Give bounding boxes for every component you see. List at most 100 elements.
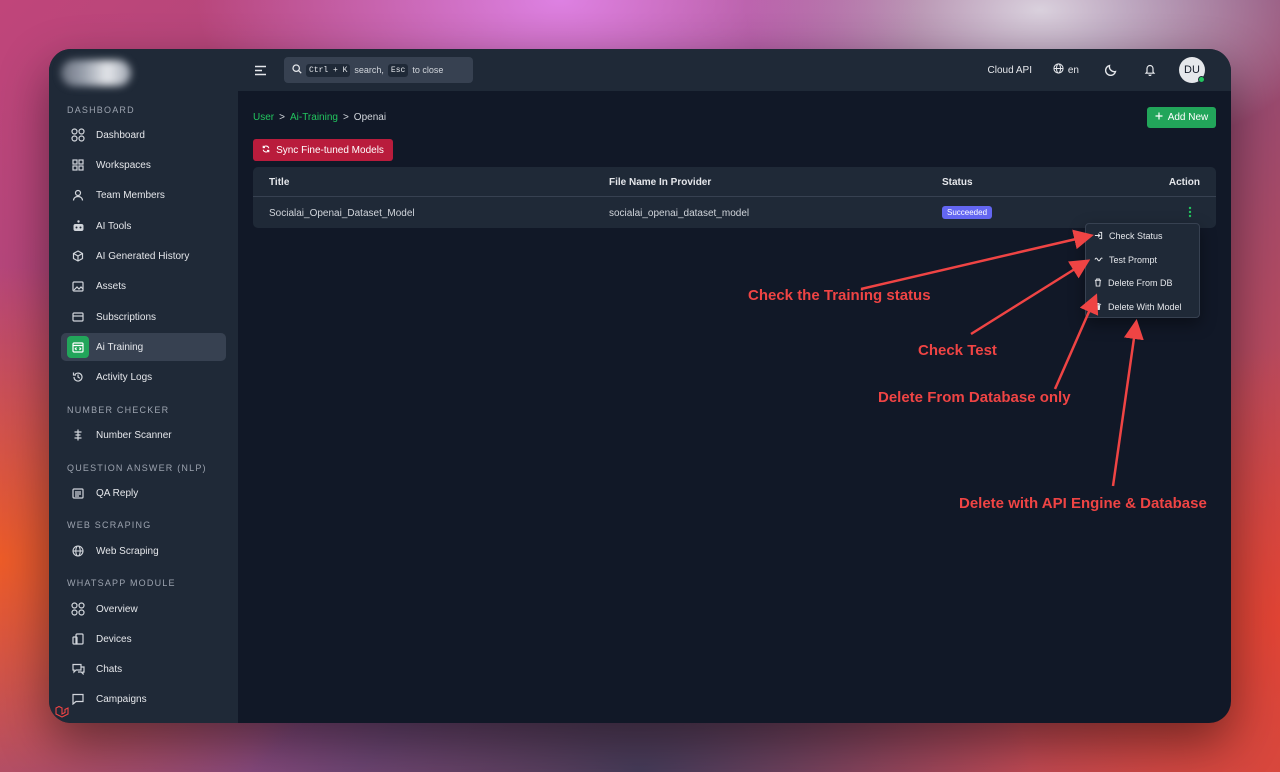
image-icon	[67, 275, 89, 297]
sidebar-item-label: Team Members	[96, 189, 165, 201]
status-badge: Succeeded	[942, 206, 993, 219]
avatar-initials: DU	[1184, 64, 1200, 76]
annotation-delete-model: Delete with API Engine & Database	[959, 495, 1207, 512]
sidebar-item-chats[interactable]: Chats	[61, 655, 226, 683]
menu-item-delete-with-model[interactable]: Delete With Model	[1094, 298, 1182, 316]
menu-item-check-status[interactable]: Check Status	[1094, 227, 1163, 245]
table-divider	[253, 196, 1216, 197]
sidebar-item-subscriptions[interactable]: Subscriptions	[61, 303, 226, 331]
breadcrumb-user[interactable]: User	[253, 112, 274, 123]
sidebar-item-campaigns[interactable]: Campaigns	[61, 685, 226, 713]
sync-fine-tuned-models-button[interactable]: Sync Fine-tuned Models	[253, 139, 393, 161]
header-action: Action	[1168, 177, 1200, 188]
app-window: DASHBOARD Dashboard Workspaces Team Memb…	[49, 49, 1231, 723]
shortcut-key: Ctrl + K	[306, 63, 351, 77]
menu-item-label: Delete With Model	[1108, 302, 1182, 312]
language-label: en	[1067, 64, 1079, 76]
sidebar-item-label: Dashboard	[96, 129, 145, 141]
action-dropdown-menu: Check Status Test Prompt Delete From DB …	[1085, 223, 1200, 318]
sidebar-item-label: Chats	[96, 663, 123, 675]
chat-icon	[67, 658, 89, 680]
sidebar-item-devices[interactable]: Devices	[61, 625, 226, 653]
sidebar-item-team-members[interactable]: Team Members	[61, 181, 226, 209]
sidebar-item-activity-logs[interactable]: Activity Logs	[61, 363, 226, 391]
sidebar-item-qa-reply[interactable]: QA Reply	[61, 479, 226, 507]
add-new-button[interactable]: Add New	[1147, 107, 1216, 128]
robot-icon	[67, 215, 89, 237]
breadcrumb: User > Ai-Training > Openai	[253, 112, 386, 123]
cell-file-name: socialai_openai_dataset_model	[609, 208, 750, 219]
sidebar-item-ai-generated-history[interactable]: AI Generated History	[61, 242, 226, 270]
code-window-icon	[67, 336, 89, 358]
grid-icon	[67, 598, 89, 620]
search-bar[interactable]: Ctrl + K search, Esc to close	[284, 57, 473, 83]
sidebar-item-label: QA Reply	[96, 487, 139, 499]
sidebar-item-web-scraping[interactable]: Web Scraping	[61, 537, 226, 565]
message-square-icon	[67, 688, 89, 710]
arrow-test-prompt	[970, 259, 1091, 336]
section-number-checker: NUMBER CHECKER	[67, 405, 170, 415]
section-whatsapp: WHATSAPP MODULE	[67, 578, 176, 588]
section-dashboard: DASHBOARD	[67, 105, 135, 115]
globe-icon	[1053, 63, 1064, 77]
layout-icon	[67, 154, 89, 176]
breadcrumb-ai-training[interactable]: Ai-Training	[290, 112, 338, 123]
moon-icon[interactable]	[1104, 63, 1117, 81]
sidebar-item-dashboard[interactable]: Dashboard	[61, 121, 226, 149]
search-icon	[292, 64, 302, 76]
sidebar-item-label: AI Generated History	[96, 250, 190, 262]
menu-item-delete-from-db[interactable]: Delete From DB	[1094, 274, 1173, 292]
annotation-check-training: Check the Training status	[748, 287, 931, 304]
breadcrumb-separator: >	[342, 112, 349, 123]
sidebar-item-ai-tools[interactable]: AI Tools	[61, 212, 226, 240]
header-title: Title	[269, 177, 290, 188]
arrow-delete-model	[1111, 319, 1144, 487]
menu-item-label: Delete From DB	[1108, 278, 1173, 288]
trash-filled-icon	[1094, 302, 1102, 313]
section-web-scraping: WEB SCRAPING	[67, 520, 152, 530]
add-new-label: Add New	[1167, 112, 1209, 123]
cube-icon	[67, 245, 89, 267]
escape-key: Esc	[387, 63, 409, 77]
sidebar-item-workspaces[interactable]: Workspaces	[61, 151, 226, 179]
sidebar-item-number-scanner[interactable]: Number Scanner	[61, 421, 226, 449]
avatar[interactable]: DU	[1179, 57, 1205, 83]
arrow-check-status	[860, 229, 1094, 291]
sidebar-item-label: AI Tools	[96, 220, 132, 232]
annotation-check-test: Check Test	[918, 342, 997, 359]
menu-toggle-icon[interactable]	[254, 63, 267, 81]
user-icon	[67, 184, 89, 206]
login-icon	[1094, 231, 1103, 242]
menu-item-label: Test Prompt	[1109, 255, 1158, 265]
globe-icon	[67, 540, 89, 562]
header-file-name: File Name In Provider	[609, 177, 712, 188]
sidebar-item-overview[interactable]: Overview	[61, 595, 226, 623]
document-icon	[67, 482, 89, 504]
menu-item-label: Check Status	[1109, 231, 1163, 241]
topbar: Ctrl + K search, Esc to close Cloud API …	[238, 49, 1231, 91]
breadcrumb-current: Openai	[353, 112, 387, 123]
more-vertical-icon[interactable]	[1187, 205, 1193, 223]
sidebar-item-label: Web Scraping	[96, 545, 159, 557]
sidebar-item-label: Subscriptions	[96, 311, 157, 323]
sidebar-item-label: Overview	[96, 603, 138, 615]
menu-item-test-prompt[interactable]: Test Prompt	[1094, 251, 1157, 269]
search-hint: search,	[354, 65, 384, 75]
language-selector[interactable]: en	[1053, 63, 1079, 77]
sidebar-item-ai-training[interactable]: Ai Training	[61, 333, 226, 361]
section-qa: QUESTION ANSWER (NLP)	[67, 463, 207, 473]
sync-label: Sync Fine-tuned Models	[276, 144, 384, 156]
plus-icon	[1155, 112, 1163, 123]
grid-icon	[67, 124, 89, 146]
bell-icon[interactable]	[1144, 63, 1156, 81]
sidebar-item-label: Assets	[96, 280, 127, 292]
cloud-api-link[interactable]: Cloud API	[988, 65, 1032, 76]
sidebar-item-assets[interactable]: Assets	[61, 272, 226, 300]
training-table: Title File Name In Provider Status Actio…	[253, 167, 1216, 228]
trash-icon	[1094, 277, 1102, 289]
history-icon	[67, 366, 89, 388]
logo	[61, 60, 131, 86]
devices-icon	[67, 628, 89, 650]
sidebar-item-label: Activity Logs	[96, 371, 153, 383]
cell-title: Socialai_Openai_Dataset_Model	[269, 208, 415, 219]
